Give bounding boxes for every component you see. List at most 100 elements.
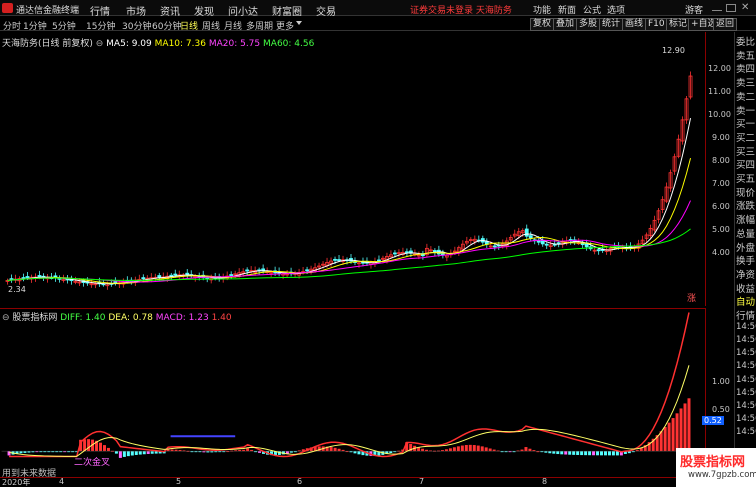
price-tick: 10.00 <box>708 110 731 119</box>
maximize-icon[interactable] <box>726 4 736 12</box>
macd-bar <box>23 451 27 453</box>
candle-body <box>21 277 26 279</box>
sidebar-item: 14:50 <box>736 334 756 345</box>
tab-draw[interactable]: 画线 <box>622 18 647 31</box>
collapse-icon[interactable]: ⊖ <box>96 39 106 49</box>
period-tab-monthly[interactable]: 月线 <box>224 19 242 32</box>
minimize-icon[interactable] <box>712 4 722 11</box>
macd-bar <box>472 445 476 452</box>
time-axis <box>0 477 706 487</box>
macd-bar <box>142 451 146 455</box>
low-price-label: 2.34 <box>8 285 26 294</box>
tab-mark[interactable]: 标记 <box>666 18 691 31</box>
diff-line <box>9 312 690 458</box>
macd-bar <box>603 451 607 456</box>
tab-overlay[interactable]: 叠加 <box>553 18 578 31</box>
candle-body <box>596 249 601 252</box>
menu-item-ask[interactable]: 问小达 <box>228 3 258 18</box>
login-status[interactable]: 证券交易未登录 天海防务 <box>410 3 512 16</box>
extra-value: 1.40 <box>211 313 232 323</box>
ma60-line <box>7 228 691 281</box>
macd-bar <box>150 451 154 454</box>
menu-item-news[interactable]: 资讯 <box>160 3 180 18</box>
tab-multi-stock[interactable]: 多股 <box>576 18 601 31</box>
dea-value: DEA: 0.78 <box>108 313 153 323</box>
macd-bar <box>528 448 532 452</box>
candle-body <box>25 276 30 278</box>
macd-bar <box>118 451 122 458</box>
period-tab-30min[interactable]: 30分钟 <box>122 19 151 32</box>
macd-bar <box>448 448 452 452</box>
tab-f10[interactable]: F10 <box>645 18 668 31</box>
menu-item-wealth[interactable]: 财富圈 <box>272 3 302 18</box>
tab-statistics[interactable]: 统计 <box>599 18 624 31</box>
more-chevron-down-icon[interactable] <box>296 21 302 25</box>
menu-item-options[interactable]: 选项 <box>607 3 625 16</box>
app-logo-icon <box>2 3 13 13</box>
menu-item-market[interactable]: 市场 <box>126 3 146 18</box>
menu-item-quotes[interactable]: 行情 <box>90 3 110 18</box>
macd-bars-layer <box>7 398 691 458</box>
period-tab-1min[interactable]: 1分钟 <box>23 19 47 32</box>
macd-bar <box>329 447 333 452</box>
macd-bar <box>572 451 576 455</box>
menu-item-function[interactable]: 功能 <box>533 3 551 16</box>
macd-bar <box>87 439 91 452</box>
sidebar-item: 净资 <box>736 269 756 281</box>
period-tab-5min[interactable]: 5分钟 <box>52 19 76 32</box>
period-tab-more[interactable]: 更多 <box>276 19 294 32</box>
menu-item-trade[interactable]: 交易 <box>316 3 336 18</box>
tab-adjust[interactable]: 复权 <box>530 18 555 31</box>
sidebar-item: 自动 <box>736 297 756 309</box>
sidebar-item: 外盘 <box>736 242 756 254</box>
user-guest[interactable]: 游客 <box>685 3 703 16</box>
macd-bar <box>114 451 118 454</box>
macd-indicator-chart[interactable] <box>0 308 706 476</box>
period-tab-multi[interactable]: 多周期 <box>246 19 273 32</box>
ma5-line <box>7 118 692 285</box>
sidebar-item: 14:50 <box>736 427 756 438</box>
price-tick: 4.00 <box>712 248 730 257</box>
candle-body <box>524 228 529 237</box>
macd-bar <box>667 422 671 452</box>
macd-bar <box>576 451 580 455</box>
price-tick: 8.00 <box>712 156 730 165</box>
candlestick-chart[interactable] <box>0 32 706 306</box>
menu-item-new-page[interactable]: 新面 <box>558 3 576 16</box>
period-tab-60min[interactable]: 60分钟 <box>152 19 181 32</box>
macd-bar <box>389 451 393 454</box>
period-tab-15min[interactable]: 15分钟 <box>86 19 115 32</box>
high-price-label: 12.90 <box>662 46 685 55</box>
menu-item-formula[interactable]: 公式 <box>583 3 601 16</box>
candle-body <box>173 273 178 276</box>
macd-bar <box>126 451 130 457</box>
macd-bar <box>444 449 448 452</box>
indicator-tick: 1.00 <box>712 377 730 386</box>
sidebar-item: 买四 <box>736 160 756 172</box>
macd-bar <box>452 447 456 452</box>
macd-bar <box>568 451 572 455</box>
golden-cross-annotation: 二次金叉 <box>74 458 111 468</box>
indicator-collapse-icon[interactable]: ⊖ <box>2 313 12 323</box>
macd-value: MACD: 1.23 <box>155 313 209 323</box>
menu-item-discover[interactable]: 发现 <box>194 3 214 18</box>
indicator-name[interactable]: 股票指标网 <box>12 313 57 323</box>
macd-bar <box>357 451 361 455</box>
macd-bar <box>663 426 667 452</box>
period-tab-intraday[interactable]: 分时 <box>3 19 21 32</box>
close-icon[interactable]: ✕ <box>741 2 749 13</box>
macd-bar <box>246 448 250 452</box>
candle-body <box>141 277 146 280</box>
sidebar-item: 14:50 <box>736 400 756 411</box>
period-tab-daily[interactable]: 日线 <box>180 19 198 32</box>
sidebar-item: 卖四 <box>736 64 756 76</box>
period-tab-weekly[interactable]: 周线 <box>202 19 220 32</box>
sidebar-item: 行情 <box>736 311 756 322</box>
tab-back[interactable]: 返回 <box>713 18 738 31</box>
candle-body <box>333 258 337 261</box>
macd-bar <box>122 451 126 457</box>
app-title: 通达信金融终端 <box>16 6 80 16</box>
sidebar-item: 涨幅 <box>736 215 756 227</box>
ma10-line <box>7 158 692 284</box>
sidebar-item: 14:50 <box>736 414 756 425</box>
